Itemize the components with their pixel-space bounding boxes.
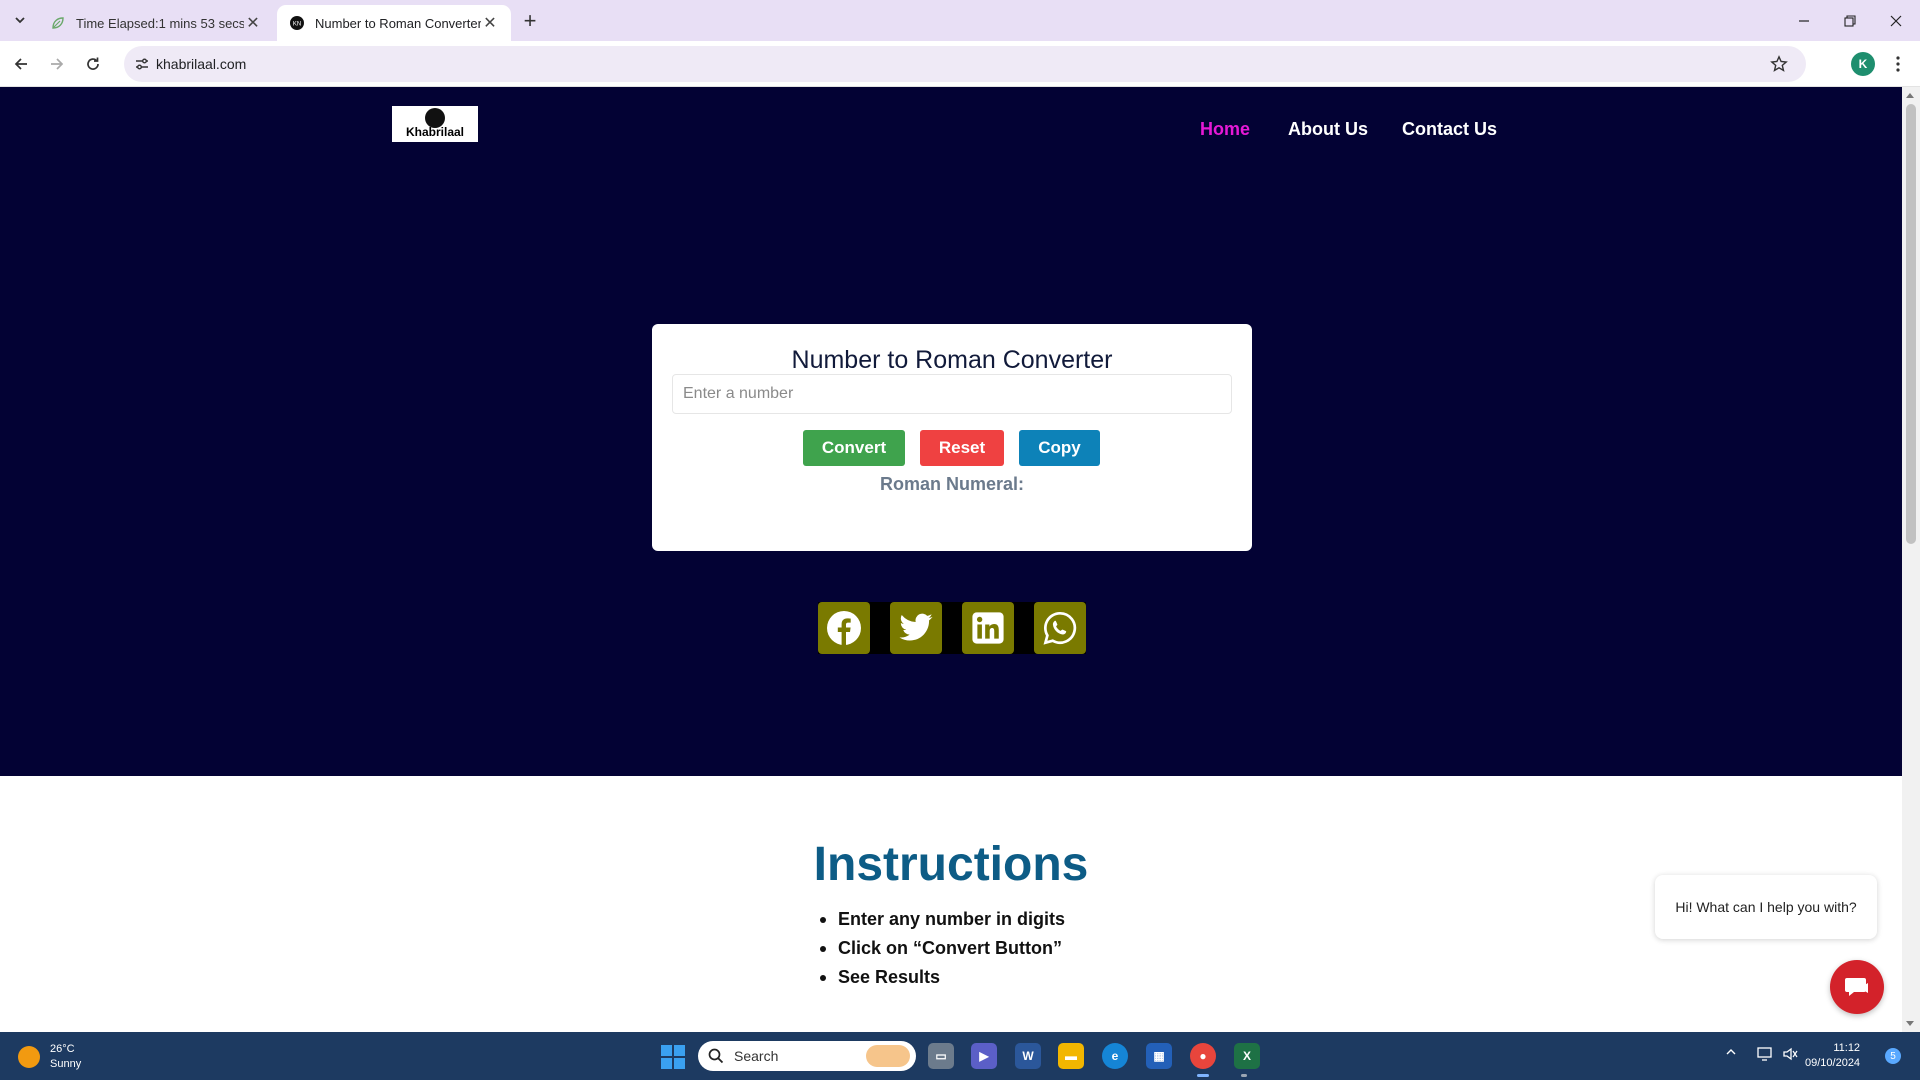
windows-logo-icon [661,1045,672,1056]
taskbar-clock[interactable]: 11:12 09/10/2024 [1805,1041,1860,1071]
nav-contact-link[interactable]: Contact Us [1402,119,1497,140]
show-hidden-icons-chevron-icon[interactable] [1725,1046,1737,1061]
close-icon [1890,15,1902,26]
number-input[interactable] [672,374,1232,414]
copy-button[interactable]: Copy [1019,430,1100,466]
linkedin-icon [972,612,1004,644]
forward-button[interactable] [42,49,72,79]
chat-greeting-bubble[interactable]: Hi! What can I help you with? [1655,875,1877,939]
minimize-button[interactable] [1781,0,1827,41]
close-window-button[interactable] [1873,0,1919,41]
chrome-icon[interactable]: ● [1190,1043,1216,1069]
tab-title: Number to Roman Converter - [315,15,481,31]
reload-button[interactable] [78,49,108,79]
roman-result-label: Roman Numeral: [879,474,1025,494]
search-icon [708,1048,724,1064]
scrollbar-thumb[interactable] [1906,104,1916,544]
browser-tab-bar: Time Elapsed:1 mins 53 secs ✕ KN Number … [0,0,1920,41]
chevron-down-icon [15,17,25,24]
facebook-share-button[interactable] [818,602,870,654]
reload-icon [87,57,99,70]
instructions-heading: Instructions [813,838,1089,891]
taskbar-search[interactable]: Search [698,1041,916,1071]
arrow-left-icon [14,58,27,70]
khabrilaal-favicon-icon: KN [289,15,305,31]
restore-icon [1844,14,1856,27]
logo-text: Khabrilaal [405,124,465,139]
word-icon[interactable]: W [1015,1043,1041,1069]
clock-date: 09/10/2024 [1805,1057,1861,1069]
store-icon[interactable]: ▦ [1146,1043,1172,1069]
nav-home-link[interactable]: Home [1200,119,1250,140]
social-share-bar [818,602,1086,654]
instructions-list: Enter any number in digits Click on “Con… [820,909,1065,996]
teams-icon[interactable]: ▶ [971,1043,997,1069]
chat-launcher-button[interactable] [1830,960,1884,1014]
twitter-share-button[interactable] [890,602,942,654]
scroll-down-arrow-icon[interactable] [1906,1021,1914,1026]
twitter-icon [899,613,933,641]
browser-menu-button[interactable] [1886,51,1910,77]
plus-icon: + [523,8,537,33]
search-highlight-icon [866,1045,910,1067]
page-scrollbar[interactable] [1902,87,1920,1032]
back-button[interactable] [6,49,36,79]
edge-icon[interactable]: e [1102,1043,1128,1069]
tab-roman-converter[interactable]: KN Number to Roman Converter - ✕ [277,5,511,41]
linkedin-share-button[interactable] [962,602,1014,654]
whatsapp-icon [1043,611,1077,645]
leaf-icon [50,15,66,31]
list-item: Enter any number in digits [820,909,1065,938]
weather-description: Sunny [50,1058,82,1070]
restore-button[interactable] [1827,0,1873,41]
close-tab-icon[interactable]: ✕ [244,14,262,32]
clock-time: 11:12 [1833,1042,1861,1054]
scroll-up-arrow-icon[interactable] [1906,93,1914,98]
hero-section: Khabrilaal Home About Us Contact Us Numb… [0,87,1902,776]
nav-about-link[interactable]: About Us [1288,119,1368,140]
converter-title: Number to Roman Converter [791,346,1113,374]
close-tab-icon[interactable]: ✕ [481,14,499,32]
volume-icon[interactable] [1782,1046,1798,1065]
sun-icon [18,1046,40,1068]
list-item: See Results [820,967,1065,996]
url-text: khabrilaal.com [156,56,247,72]
weather-widget[interactable]: 26°C Sunny [18,1042,81,1072]
converter-card: Number to Roman Converter Convert Reset … [652,324,1252,551]
convert-button[interactable]: Convert [803,430,905,466]
tab-search-button[interactable] [9,9,31,31]
chat-icon [1845,978,1868,996]
start-button[interactable] [661,1045,685,1069]
task-view-icon[interactable]: ▭ [928,1043,954,1069]
reset-button[interactable]: Reset [920,430,1004,466]
arrow-right-icon [51,58,64,70]
weather-temperature: 26°C [50,1043,75,1055]
list-item: Click on “Convert Button” [820,938,1065,967]
whatsapp-share-button[interactable] [1034,602,1086,654]
excel-icon[interactable]: X [1234,1043,1260,1069]
tab-title: Time Elapsed:1 mins 53 secs [76,15,244,31]
windows-taskbar: 26°C Sunny Search ▭ ▶ W ▬ e ▦ ● X 11:12 … [0,1032,1920,1080]
minimize-icon [1799,19,1809,22]
search-label: Search [734,1048,779,1064]
site-logo[interactable]: Khabrilaal [392,106,478,142]
profile-avatar[interactable]: K [1851,52,1875,76]
browser-toolbar: khabrilaal.com K [0,41,1920,87]
more-vertical-icon [1896,56,1900,72]
running-app-indicator [1241,1074,1247,1077]
svg-text:KN: KN [293,22,301,28]
address-bar[interactable]: khabrilaal.com [124,46,1806,82]
bookmark-star-icon[interactable] [1768,53,1790,75]
site-settings-icon[interactable] [132,54,152,74]
new-tab-button[interactable]: + [518,8,542,33]
network-icon[interactable] [1756,1046,1774,1065]
facebook-icon [827,611,861,645]
active-app-indicator [1197,1074,1209,1077]
file-explorer-icon[interactable]: ▬ [1058,1043,1084,1069]
notification-badge[interactable]: 5 [1885,1048,1901,1064]
tab-time-elapsed[interactable]: Time Elapsed:1 mins 53 secs ✕ [38,5,274,41]
page-viewport: Khabrilaal Home About Us Contact Us Numb… [0,87,1902,1032]
